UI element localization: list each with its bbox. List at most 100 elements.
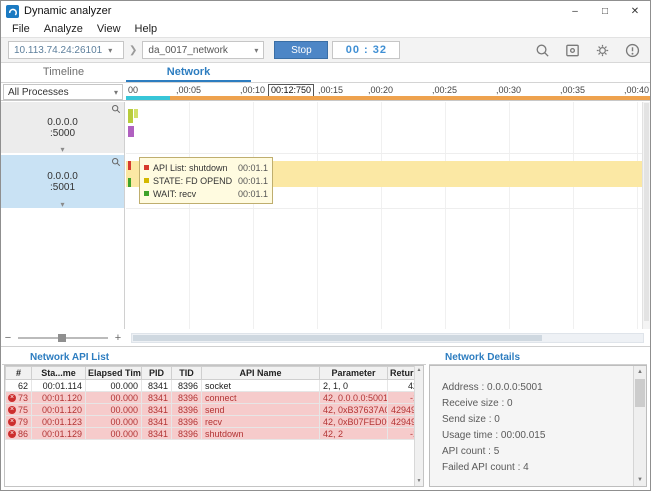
row-start: 00:01.123	[32, 416, 86, 428]
tooltip-line: WAIT: recv 00:01.1	[144, 187, 268, 200]
zoom-icon[interactable]	[111, 104, 121, 114]
menu-file[interactable]: File	[5, 23, 37, 35]
row-tid: 8396	[172, 428, 202, 440]
row-start: 00:01.129	[32, 428, 86, 440]
timeline-plot[interactable]: API List: shutdown 00:01.1 STATE: FD OPE…	[126, 102, 642, 329]
details-scrollbar[interactable]	[633, 366, 646, 486]
api-table-header-row[interactable]: # Sta...me Elapsed Time PID TID API Name…	[6, 367, 422, 380]
stop-button[interactable]: Stop	[274, 41, 328, 59]
tooltip-time: 00:01.1	[238, 163, 268, 173]
menu-help[interactable]: Help	[128, 23, 165, 35]
ruler-tick: ,00:05	[176, 85, 201, 95]
menu-view[interactable]: View	[90, 23, 128, 35]
zoom-out-button[interactable]: −	[1, 332, 15, 344]
tooltip-label: WAIT: recv	[153, 189, 234, 199]
chart-horizontal-scrollbar[interactable]	[131, 333, 644, 343]
error-icon	[8, 406, 16, 414]
scroll-up-icon[interactable]	[415, 366, 423, 375]
bottom-panels: Network API List # Sta...me Elapsed Time…	[1, 347, 650, 490]
wait-tick[interactable]	[128, 178, 131, 187]
trace-timer: 00 : 32	[332, 41, 400, 59]
state-block[interactable]	[134, 109, 138, 118]
tooltip-label: API List: shutdown	[153, 163, 234, 173]
socket-port: :5000	[50, 128, 75, 139]
state-block[interactable]	[128, 109, 133, 123]
tooltip-line: STATE: FD OPEND 00:01.1	[144, 174, 268, 187]
socket-address: 0.0.0.0	[47, 117, 78, 128]
menu-analyze[interactable]: Analyze	[37, 23, 90, 35]
row-api-name: send	[202, 404, 320, 416]
api-list-tab-header: Network API List	[2, 347, 426, 365]
network-chart-area: 0.0.0.0 :5000 0.0.0.0 :5001	[1, 102, 650, 329]
api-list-color-icon	[144, 165, 149, 170]
api-table-row[interactable]: 73 00:01.120 00.000 8341 8396 connect 42…	[6, 392, 422, 404]
socket-row-5000[interactable]: 0.0.0.0 :5000	[1, 102, 124, 154]
col-num[interactable]: #	[6, 367, 32, 380]
state-color-icon	[144, 178, 149, 183]
info-icon[interactable]	[621, 40, 643, 60]
settings-gear-icon[interactable]	[591, 40, 613, 60]
tab-network[interactable]: Network	[126, 63, 251, 82]
time-ruler[interactable]: 00 ,00:05 ,00:10 ,00:15 ,00:20 ,00:25 ,0…	[126, 83, 650, 101]
api-table-row[interactable]: 79 00:01.123 00.000 8341 8396 recv 42, 0…	[6, 416, 422, 428]
app-logo-icon	[6, 5, 19, 18]
device-selector[interactable]: 10.113.74.24:26101	[8, 41, 124, 59]
zoom-slider-handle[interactable]	[58, 334, 66, 342]
close-button[interactable]: ✕	[620, 2, 650, 21]
process-filter-select[interactable]: All Processes	[3, 84, 123, 100]
api-table-scrollbar[interactable]	[414, 366, 423, 486]
details-tab-header: Network Details	[429, 347, 647, 365]
fit-to-screen-icon[interactable]	[561, 40, 583, 60]
scroll-down-icon[interactable]	[634, 474, 646, 486]
col-pid[interactable]: PID	[142, 367, 172, 380]
row-api-name: connect	[202, 392, 320, 404]
failed-api-tick[interactable]	[128, 161, 131, 170]
col-api-name[interactable]: API Name	[202, 367, 320, 380]
minimize-button[interactable]: –	[560, 2, 590, 21]
maximize-button[interactable]: □	[590, 2, 620, 21]
row-start: 00:01.120	[32, 392, 86, 404]
error-icon	[8, 418, 16, 426]
scrollbar-thumb[interactable]	[635, 379, 645, 407]
socket-row-5001[interactable]: 0.0.0.0 :5001	[1, 155, 124, 209]
detail-usage-time: Usage time : 00:00.015	[442, 428, 634, 443]
collapse-arrow-icon[interactable]	[60, 145, 64, 154]
col-elapsed-time[interactable]: Elapsed Time	[86, 367, 142, 380]
window-title: Dynamic analyzer	[24, 5, 560, 17]
chart-tooltip: API List: shutdown 00:01.1 STATE: FD OPE…	[139, 157, 273, 204]
scroll-down-icon[interactable]	[415, 477, 423, 486]
ruler-tick: ,00:40	[624, 85, 649, 95]
socket-address: 0.0.0.0	[47, 171, 78, 182]
zoom-in-button[interactable]: +	[111, 332, 125, 344]
collapse-arrow-icon[interactable]	[60, 200, 64, 209]
title-bar: Dynamic analyzer – □ ✕	[1, 1, 650, 21]
detail-receive-size: Receive size : 0	[442, 396, 634, 411]
api-block[interactable]	[128, 126, 134, 137]
chevron-down-icon	[114, 88, 118, 97]
api-table-row[interactable]: 62 00:01.114 00.000 8341 8396 socket 2, …	[6, 380, 422, 392]
col-tid[interactable]: TID	[172, 367, 202, 380]
api-table-row[interactable]: 86 00:01.129 00.000 8341 8396 shutdown 4…	[6, 428, 422, 440]
zoom-slider[interactable]	[18, 337, 108, 339]
error-icon	[8, 430, 16, 438]
timeline-ruler-row: All Processes 00 ,00:05 ,00:10 ,00:15 ,0…	[1, 83, 650, 101]
row-num-value: 75	[18, 405, 28, 415]
detail-address: Address : 0.0.0.0:5001	[442, 380, 634, 395]
chart-vertical-scrollbar[interactable]	[642, 102, 650, 329]
api-table-row[interactable]: 75 00:01.120 00.000 8341 8396 send 42, 0…	[6, 404, 422, 416]
app-selector[interactable]: da_0017_network	[142, 41, 264, 59]
col-parameter[interactable]: Parameter	[320, 367, 388, 380]
ruler-tick: ,00:20	[368, 85, 393, 95]
row-num-value: 62	[18, 381, 28, 391]
tab-timeline[interactable]: Timeline	[1, 63, 126, 82]
app-window: Dynamic analyzer – □ ✕ File Analyze View…	[0, 0, 651, 491]
row-elapsed: 00.000	[86, 404, 142, 416]
loaded-range-bar	[126, 96, 170, 100]
search-icon[interactable]	[531, 40, 553, 60]
row-elapsed: 00.000	[86, 392, 142, 404]
col-start-time[interactable]: Sta...me	[32, 367, 86, 380]
zoom-icon[interactable]	[111, 157, 121, 167]
wait-color-icon	[144, 191, 149, 196]
scroll-up-icon[interactable]	[634, 366, 646, 378]
breadcrumb-chevron-icon	[129, 45, 137, 56]
